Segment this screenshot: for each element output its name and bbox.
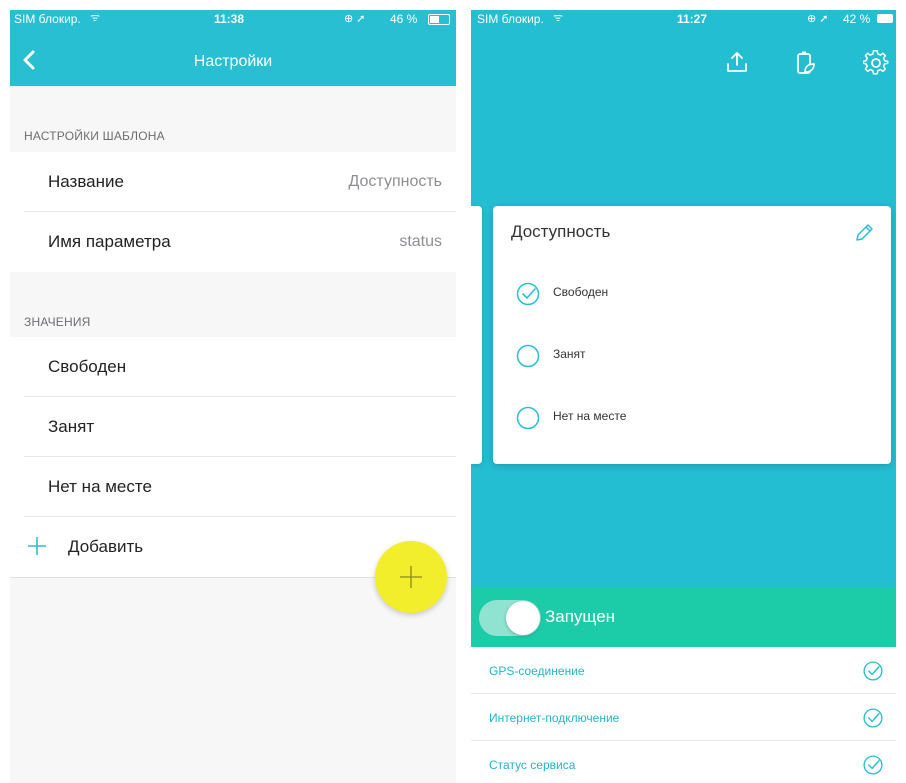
- status-label: Статус сервиса: [489, 758, 576, 772]
- card-title: Доступность: [511, 222, 611, 241]
- previous-card-edge[interactable]: [471, 206, 482, 464]
- location-icon: ⊕ ➚: [344, 13, 366, 25]
- status-label: GPS-соединение: [489, 664, 585, 678]
- param-name-row[interactable]: Имя параметра status: [10, 212, 456, 272]
- status-row-internet: Интернет-подключение: [471, 694, 896, 741]
- nav-bar: SIM блокир. ᯤ 11:38 ⊕ ➚ 46 % Настройки: [10, 10, 456, 86]
- name-value: Доступность: [348, 173, 442, 190]
- add-label: Добавить: [68, 537, 144, 556]
- battery-leaf-icon[interactable]: [793, 50, 817, 76]
- check-circle-icon: [863, 661, 883, 681]
- option-label: Свободен: [553, 285, 609, 299]
- gear-icon[interactable]: [863, 50, 889, 76]
- param-name-value: status: [399, 233, 442, 250]
- run-bar: Запущен: [471, 587, 896, 647]
- page-title: Настройки: [193, 53, 273, 70]
- status-time: 11:38: [214, 12, 245, 26]
- values-section-header: ЗНАЧЕНИЯ: [24, 315, 91, 329]
- run-toggle[interactable]: [479, 600, 541, 636]
- status-bar: SIM блокир. ᯤ 11:27 ⊕ ➚ 42 %: [471, 10, 896, 28]
- value-row[interactable]: Нет на месте: [10, 457, 456, 517]
- empty-circle-icon: [516, 406, 540, 430]
- plus-icon: [28, 537, 46, 555]
- add-fab-button[interactable]: [375, 541, 447, 613]
- option-label: Занят: [553, 347, 586, 361]
- name-row[interactable]: Название Доступность: [10, 152, 456, 212]
- wifi-icon: ᯤ: [90, 12, 101, 24]
- value-row[interactable]: Свободен: [10, 337, 456, 397]
- battery-icon: [428, 14, 450, 25]
- template-card[interactable]: Доступность Свободен Занят Нет на месте: [493, 206, 891, 464]
- carrier-label: SIM блокир.: [477, 12, 544, 26]
- value-label: Свободен: [48, 357, 127, 376]
- status-row-service: Статус сервиса: [471, 741, 896, 783]
- values-group: Свободен Занят Нет на месте Добавить: [10, 337, 456, 578]
- toggle-knob: [506, 601, 540, 635]
- check-circle-icon: [863, 755, 883, 775]
- main-screen: SIM блокир. ᯤ 11:27 ⊕ ➚ 42 % Доступность…: [471, 10, 896, 783]
- option-label: Нет на месте: [553, 409, 627, 423]
- upload-icon[interactable]: [725, 50, 749, 74]
- status-label: Интернет-подключение: [489, 711, 620, 725]
- pencil-icon[interactable]: [853, 222, 875, 244]
- battery-icon: [877, 14, 893, 23]
- check-circle-icon: [863, 708, 883, 728]
- bottom-panel: Запущен GPS-соединение Интернет-подключе…: [471, 587, 896, 783]
- plus-icon: [400, 566, 422, 588]
- value-label: Нет на месте: [48, 477, 152, 496]
- status-row-gps: GPS-соединение: [471, 647, 896, 694]
- checked-circle-icon: [516, 282, 540, 306]
- status-bar: SIM блокир. ᯤ 11:38 ⊕ ➚ 46 %: [10, 10, 456, 28]
- location-icon: ⊕ ➚: [807, 13, 829, 25]
- battery-percent: 42 %: [843, 12, 871, 26]
- param-name-label: Имя параметра: [48, 232, 171, 251]
- run-label: Запущен: [545, 607, 616, 626]
- value-label: Занят: [48, 417, 95, 436]
- name-label: Название: [48, 172, 124, 191]
- empty-circle-icon: [516, 344, 540, 368]
- carrier-label: SIM блокир.: [14, 12, 81, 26]
- template-settings-group: Название Доступность Имя параметра statu…: [10, 152, 456, 272]
- wifi-icon: ᯤ: [553, 12, 564, 24]
- settings-screen: SIM блокир. ᯤ 11:38 ⊕ ➚ 46 % Настройки Н…: [10, 10, 456, 783]
- template-section-header: НАСТРОЙКИ ШАБЛОНА: [24, 129, 165, 143]
- battery-percent: 46 %: [390, 12, 418, 26]
- status-time: 11:27: [677, 12, 708, 26]
- value-row[interactable]: Занят: [10, 397, 456, 457]
